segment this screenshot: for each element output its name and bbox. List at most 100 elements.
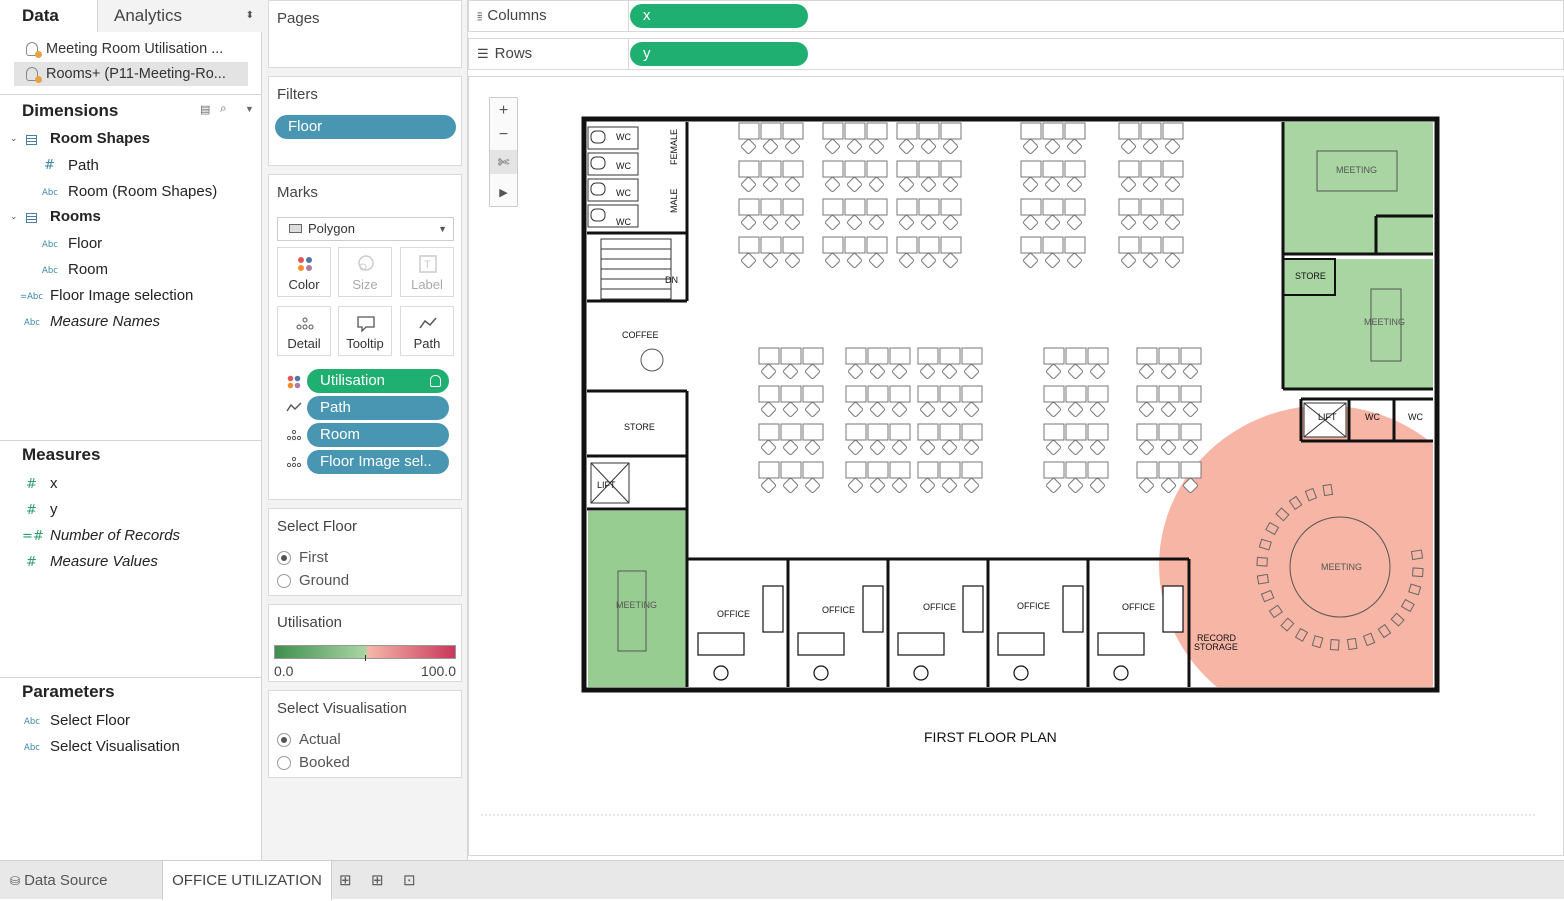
datasource-item[interactable]: Meeting Room Utilisation ... xyxy=(14,37,248,61)
marks-pill-utilisation[interactable]: Utilisation xyxy=(307,369,449,393)
desk xyxy=(845,461,867,479)
collapse-icon[interactable]: ⌄ xyxy=(10,212,18,222)
field-floor[interactable]: Floor xyxy=(68,232,102,256)
datasource-icon xyxy=(26,67,42,83)
desk xyxy=(1136,347,1158,365)
desk xyxy=(1087,461,1109,479)
chair xyxy=(1143,253,1158,268)
columns-pill-x[interactable]: x xyxy=(630,4,808,28)
size-button[interactable]: Size xyxy=(338,247,392,297)
tab-analytics[interactable]: Analytics ⬍ xyxy=(97,0,262,32)
desk xyxy=(758,461,780,479)
columns-shelf[interactable]: ⦙⦙⦙ Columns x xyxy=(468,0,1564,32)
radio-ground[interactable] xyxy=(277,574,291,588)
desk xyxy=(758,385,780,403)
chevron-updown-icon[interactable]: ⬍ xyxy=(246,0,254,31)
desk xyxy=(1158,347,1180,365)
datasource-item-selected[interactable]: Rooms+ (P11-Meeting-Ro... xyxy=(14,62,248,86)
desk xyxy=(866,198,888,216)
desk xyxy=(1136,423,1158,441)
desk xyxy=(961,423,983,441)
chair xyxy=(785,139,800,154)
radio-actual-label[interactable]: Actual xyxy=(299,731,341,748)
filter-pill-floor[interactable]: Floor xyxy=(275,115,456,139)
chair xyxy=(783,478,798,493)
desk xyxy=(1118,236,1140,254)
shelves-area: ⦙⦙⦙ Columns x ☰ Rows y xyxy=(468,0,1564,76)
chair xyxy=(1068,402,1083,417)
detail-button[interactable]: Detail xyxy=(277,306,331,356)
chair xyxy=(870,402,885,417)
data-source-tab[interactable]: ⛁ Data Source xyxy=(0,861,160,900)
meeting-room-top[interactable] xyxy=(1283,122,1433,254)
filters-card[interactable]: Filters Floor xyxy=(268,76,462,166)
radio-actual[interactable] xyxy=(277,733,291,747)
field-floor-image-selection[interactable]: Floor Image selection xyxy=(50,284,193,308)
desk xyxy=(1180,423,1202,441)
tooltip-button[interactable]: Tooltip xyxy=(338,306,392,356)
desk xyxy=(961,385,983,403)
new-story-icon[interactable]: ⊡ xyxy=(403,861,423,900)
radio-first-label[interactable]: First xyxy=(299,549,328,566)
viz-canvas[interactable]: + − ✄ ▶ WC WC WC WC FEMALE MALE DN COFFE… xyxy=(468,76,1564,856)
meeting-room-left[interactable] xyxy=(588,511,686,687)
chair xyxy=(1183,402,1198,417)
field-measure-values[interactable]: Measure Values xyxy=(50,550,158,574)
pages-card[interactable]: Pages xyxy=(268,0,462,68)
desk xyxy=(1042,236,1064,254)
collapse-icon[interactable]: ⌄ xyxy=(10,134,18,144)
field-room[interactable]: Room xyxy=(68,258,108,282)
radio-first[interactable] xyxy=(277,551,291,565)
chair xyxy=(1139,440,1154,455)
sheet-tab-office-utilization[interactable]: OFFICE UTILIZATION xyxy=(162,861,332,900)
field-measure-names[interactable]: Measure Names xyxy=(50,310,160,334)
chair xyxy=(1139,364,1154,379)
data-pane: Data Analytics ⬍ Meeting Room Utilisation… xyxy=(0,0,262,860)
param-select-floor[interactable]: Select Floor xyxy=(50,709,130,733)
new-dashboard-icon[interactable]: ⊞ xyxy=(371,861,391,900)
marks-pill-room[interactable]: Room xyxy=(307,423,449,447)
chair xyxy=(921,253,936,268)
tab-data[interactable]: Data xyxy=(0,0,97,32)
chair xyxy=(920,440,935,455)
marks-pill-path[interactable]: Path xyxy=(307,396,449,420)
marks-pill-floor-image[interactable]: Floor Image sel.. xyxy=(307,450,449,474)
label-button[interactable]: T Label xyxy=(400,247,454,297)
size-label: Size xyxy=(352,277,378,292)
abc-icon: Abc xyxy=(42,240,58,250)
radio-booked[interactable] xyxy=(277,756,291,770)
field-y[interactable]: y xyxy=(50,498,58,522)
chair xyxy=(964,364,979,379)
chair xyxy=(1161,364,1176,379)
folder-room-shapes[interactable]: Room Shapes xyxy=(50,127,150,151)
desk xyxy=(845,347,867,365)
search-icon[interactable]: ⌕ xyxy=(220,101,227,116)
param-select-visualisation[interactable]: Select Visualisation xyxy=(50,735,180,759)
desk xyxy=(1020,122,1042,140)
detail-icon xyxy=(296,317,314,330)
desk xyxy=(1042,160,1064,178)
desk xyxy=(760,198,782,216)
chair xyxy=(869,253,884,268)
list-view-icon[interactable]: ▤ xyxy=(200,103,210,116)
desk xyxy=(1158,385,1180,403)
field-room-room-shapes[interactable]: Room (Room Shapes) xyxy=(68,180,217,204)
desk xyxy=(917,385,939,403)
new-worksheet-icon[interactable]: ⊞ xyxy=(339,861,359,900)
field-x[interactable]: x xyxy=(50,472,58,496)
field-number-of-records[interactable]: Number of Records xyxy=(50,524,180,548)
chevron-down-icon[interactable]: ▼ xyxy=(245,104,254,114)
field-path[interactable]: Path xyxy=(68,154,99,178)
radio-booked-label[interactable]: Booked xyxy=(299,754,350,771)
rows-icon: ☰ xyxy=(477,46,489,61)
desk xyxy=(940,198,962,216)
rows-shelf[interactable]: ☰ Rows y xyxy=(468,38,1564,70)
path-button[interactable]: Path xyxy=(400,306,454,356)
chair xyxy=(847,139,862,154)
mark-type-dropdown[interactable]: Polygon ▼ xyxy=(277,217,454,241)
color-button[interactable]: Color xyxy=(277,247,331,297)
radio-ground-label[interactable]: Ground xyxy=(299,572,349,589)
rows-pill-y[interactable]: y xyxy=(630,42,808,66)
legend-midpoint-tick xyxy=(365,655,366,661)
folder-rooms[interactable]: Rooms xyxy=(50,205,101,229)
